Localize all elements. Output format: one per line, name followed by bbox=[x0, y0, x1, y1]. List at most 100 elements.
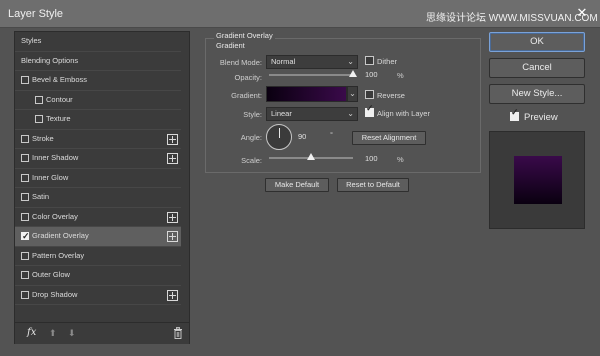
sidebar-item-styles[interactable]: Styles bbox=[15, 32, 189, 52]
chevron-down-icon: ⌄ bbox=[347, 109, 354, 118]
sidebar-item-label: Stroke bbox=[32, 133, 54, 143]
sidebar-item-outer-glow[interactable]: Outer Glow bbox=[15, 266, 189, 286]
angle-dial[interactable] bbox=[266, 124, 292, 150]
sidebar-item-inner-shadow[interactable]: Inner Shadow bbox=[15, 149, 189, 169]
blend-mode-select[interactable]: Normal ⌄ bbox=[266, 55, 358, 69]
sidebar-item-drop-shadow[interactable]: Drop Shadow bbox=[15, 286, 189, 305]
sidebar-item-color-overlay[interactable]: Color Overlay bbox=[15, 208, 189, 227]
sidebar-item-label: Color Overlay bbox=[32, 211, 78, 221]
pattern-overlay-checkbox[interactable] bbox=[21, 251, 29, 260]
align-with-layer-checkbox[interactable] bbox=[365, 103, 374, 117]
gradient-picker-chevron-icon[interactable]: ⌄ bbox=[347, 86, 358, 102]
add-drop-shadow-icon[interactable] bbox=[167, 289, 178, 301]
contour-checkbox[interactable] bbox=[35, 95, 43, 104]
trash-icon[interactable] bbox=[173, 327, 183, 339]
styles-sidebar: Styles Blending Options Bevel & Emboss Cont… bbox=[14, 31, 190, 344]
preview-label: Preview bbox=[524, 112, 558, 123]
add-color-overlay-icon[interactable] bbox=[167, 211, 178, 223]
opacity-slider-thumb[interactable] bbox=[349, 70, 357, 77]
scale-label: Scale: bbox=[241, 156, 262, 165]
gradient-swatch[interactable] bbox=[266, 86, 347, 102]
bevel-emboss-checkbox[interactable] bbox=[21, 76, 29, 84]
style-select[interactable]: Linear ⌄ bbox=[266, 107, 358, 121]
angle-needle bbox=[279, 128, 280, 138]
drop-shadow-checkbox[interactable] bbox=[21, 290, 29, 299]
sidebar-item-texture[interactable]: Texture bbox=[15, 110, 189, 130]
preview-thumbnail bbox=[489, 131, 585, 229]
sidebar-item-label: Styles bbox=[21, 36, 42, 45]
sidebar-item-stroke[interactable]: Stroke bbox=[15, 130, 189, 149]
sidebar-toolbar: fx ⬆ ⬇ bbox=[15, 322, 189, 344]
cancel-button[interactable]: Cancel bbox=[489, 58, 585, 78]
sidebar-item-satin[interactable]: Satin bbox=[15, 188, 189, 208]
angle-input[interactable]: 90 bbox=[298, 131, 326, 143]
opacity-slider[interactable] bbox=[269, 70, 357, 77]
opacity-label: Opacity: bbox=[234, 73, 262, 82]
inner-shadow-checkbox[interactable] bbox=[21, 154, 29, 162]
title-bar: Layer Style 思缘设计论坛 WWW.MISSVUAN.COM ✕ bbox=[0, 0, 600, 28]
sidebar-item-label: Blending Options bbox=[21, 55, 79, 65]
inner-glow-checkbox[interactable] bbox=[21, 173, 29, 182]
sidebar-item-label: Inner Shadow bbox=[32, 153, 79, 162]
scale-slider-thumb[interactable] bbox=[307, 153, 315, 160]
opacity-unit: % bbox=[397, 71, 404, 80]
gradient-label: Gradient: bbox=[231, 91, 262, 100]
sidebar-scrollbar[interactable] bbox=[181, 32, 189, 322]
color-overlay-checkbox[interactable] bbox=[21, 212, 29, 221]
angle-unit: ° bbox=[330, 130, 333, 139]
fx-icon[interactable]: fx bbox=[27, 327, 36, 338]
new-style-button[interactable]: New Style... bbox=[489, 84, 585, 104]
sidebar-item-label: Contour bbox=[46, 94, 73, 104]
sidebar-item-pattern-overlay[interactable]: Pattern Overlay bbox=[15, 247, 189, 266]
gradient-overlay-checkbox[interactable] bbox=[21, 227, 30, 245]
reset-to-default-button[interactable]: Reset to Default bbox=[337, 178, 409, 192]
layer-style-dialog: Styles Blending Options Bevel & Emboss Cont… bbox=[7, 28, 593, 350]
scale-unit: % bbox=[397, 155, 404, 164]
outer-glow-checkbox[interactable] bbox=[21, 271, 29, 279]
scale-slider[interactable] bbox=[269, 153, 353, 160]
sidebar-item-label: Gradient Overlay bbox=[32, 231, 89, 240]
subgroup-title: Gradient bbox=[214, 41, 247, 50]
sidebar-item-label: Pattern Overlay bbox=[32, 250, 85, 260]
dither-label: Dither bbox=[377, 57, 398, 66]
reverse-label: Reverse bbox=[377, 91, 405, 100]
chevron-down-icon: ⌄ bbox=[347, 57, 354, 66]
close-icon[interactable]: ✕ bbox=[573, 5, 591, 21]
add-gradient-overlay-icon[interactable] bbox=[167, 231, 178, 242]
style-value: Linear bbox=[271, 109, 292, 118]
preview-swatch bbox=[514, 156, 562, 204]
reverse-checkbox[interactable] bbox=[365, 90, 374, 99]
opacity-input[interactable]: 100 bbox=[365, 69, 395, 81]
sidebar-item-label: Texture bbox=[46, 114, 71, 123]
move-down-icon[interactable]: ⬇ bbox=[68, 329, 77, 338]
satin-checkbox[interactable] bbox=[21, 193, 29, 201]
group-title: Gradient Overlay bbox=[214, 31, 275, 40]
dither-checkbox[interactable] bbox=[365, 56, 374, 65]
sidebar-item-gradient-overlay[interactable]: Gradient Overlay bbox=[15, 227, 189, 247]
angle-label: Angle: bbox=[240, 133, 262, 142]
window-title: Layer Style bbox=[8, 8, 64, 20]
style-label: Style: bbox=[243, 110, 262, 119]
add-stroke-icon[interactable] bbox=[167, 133, 178, 145]
reset-alignment-button[interactable]: Reset Alignment bbox=[352, 131, 426, 145]
watermark-text: 思缘设计论坛 WWW.MISSVUAN.COM bbox=[426, 13, 598, 24]
ok-button[interactable]: OK bbox=[489, 32, 585, 52]
texture-checkbox[interactable] bbox=[35, 115, 43, 123]
move-up-icon[interactable]: ⬆ bbox=[49, 329, 58, 338]
preview-checkbox[interactable] bbox=[510, 107, 519, 121]
stroke-checkbox[interactable] bbox=[21, 134, 29, 143]
sidebar-item-contour[interactable]: Contour bbox=[15, 91, 189, 110]
sidebar-item-label: Satin bbox=[32, 192, 50, 201]
sidebar-item-label: Bevel & Emboss bbox=[32, 75, 88, 84]
make-default-button[interactable]: Make Default bbox=[265, 178, 329, 192]
blend-mode-label: Blend Mode: bbox=[219, 58, 262, 67]
sidebar-item-blending-options[interactable]: Blending Options bbox=[15, 52, 189, 71]
add-inner-shadow-icon[interactable] bbox=[167, 153, 178, 164]
scale-input[interactable]: 100 bbox=[365, 153, 395, 165]
align-with-layer-label: Align with Layer bbox=[377, 109, 430, 118]
sidebar-item-inner-glow[interactable]: Inner Glow bbox=[15, 169, 189, 188]
sidebar-item-bevel-emboss[interactable]: Bevel & Emboss bbox=[15, 71, 189, 91]
styles-list: Styles Blending Options Bevel & Emboss Cont… bbox=[15, 32, 189, 305]
blend-mode-value: Normal bbox=[271, 57, 296, 66]
sidebar-item-label: Outer Glow bbox=[32, 270, 70, 279]
